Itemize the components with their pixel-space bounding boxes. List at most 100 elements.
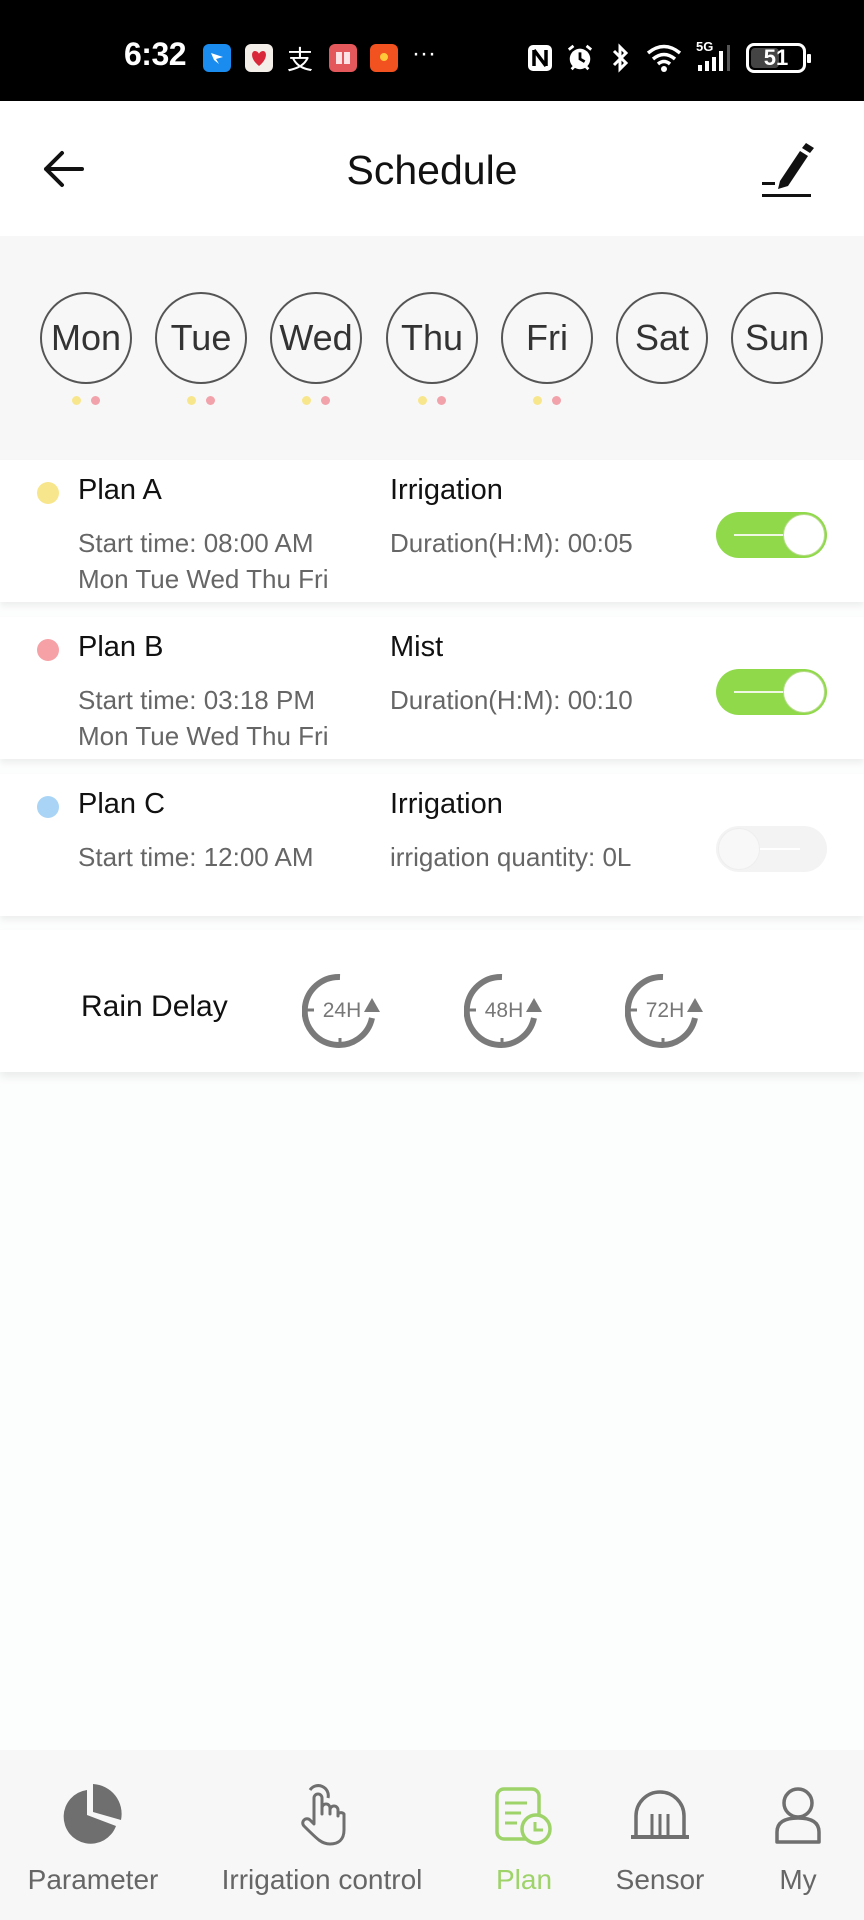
toggle-knob bbox=[783, 514, 825, 556]
plan-a-dot bbox=[187, 396, 196, 405]
plan-start-time: Start time: 08:00 AM bbox=[78, 528, 314, 558]
alarm-icon bbox=[566, 43, 594, 73]
plan-color-dot bbox=[37, 482, 59, 504]
toggle-knob bbox=[718, 828, 760, 870]
day-label: Thu bbox=[400, 317, 464, 358]
nav-label: My bbox=[779, 1864, 817, 1895]
nav-label: Sensor bbox=[615, 1864, 705, 1895]
plan-name: Plan A bbox=[78, 474, 162, 506]
nav-irrigation-control[interactable]: Irrigation control bbox=[210, 1750, 434, 1920]
plan-a-dot bbox=[533, 396, 542, 405]
status-time: 6:32 bbox=[124, 36, 187, 72]
day-label: Tue bbox=[170, 317, 232, 358]
toggle-track-line bbox=[734, 691, 786, 693]
plan-b-dot bbox=[321, 396, 330, 405]
toggle-track-line bbox=[734, 534, 786, 536]
day-mon[interactable]: Mon bbox=[40, 292, 132, 384]
plan-type: Mist bbox=[390, 631, 444, 663]
plan-clock-icon bbox=[492, 1784, 556, 1848]
day-label: Wed bbox=[279, 317, 353, 358]
taobao-618-icon bbox=[245, 44, 273, 72]
plan-name: Plan C bbox=[78, 788, 166, 820]
book-icon bbox=[329, 44, 357, 72]
plan-card-c[interactable]: Plan C Start time: 12:00 AM Irrigation i… bbox=[0, 774, 864, 916]
pie-chart-icon bbox=[61, 1784, 125, 1848]
day-plan-dots bbox=[386, 396, 478, 405]
plan-b-toggle[interactable] bbox=[716, 669, 827, 715]
bluetooth-icon bbox=[606, 43, 634, 73]
plan-duration: Duration(H:M): 00:10 bbox=[390, 685, 633, 715]
plan-days: Mon Tue Wed Thu Fri bbox=[78, 564, 329, 594]
status-icons: 5G 51 bbox=[526, 39, 811, 74]
day-fri[interactable]: Fri bbox=[501, 292, 593, 384]
day-sat[interactable]: Sat bbox=[616, 292, 708, 384]
rain-delay-label: Rain Delay bbox=[81, 990, 228, 1023]
day-label: Fri bbox=[526, 317, 568, 358]
battery-icon: 51 bbox=[746, 43, 811, 73]
nav-my[interactable]: My bbox=[748, 1750, 848, 1920]
edit-button[interactable] bbox=[760, 143, 820, 197]
day-plan-dots bbox=[40, 396, 132, 405]
user-icon bbox=[766, 1784, 830, 1848]
screen: 6:32 支 ··· 5G 51 Schedule Mon Tue Wed Th… bbox=[0, 0, 864, 1920]
nav-label: Plan bbox=[495, 1864, 553, 1895]
day-tue[interactable]: Tue bbox=[155, 292, 247, 384]
plan-days: Mon Tue Wed Thu Fri bbox=[78, 721, 329, 751]
rain-delay-panel: Rain Delay 24H 48H 72H bbox=[0, 930, 864, 1072]
rain-delay-72h-button[interactable]: 72H bbox=[625, 972, 715, 1052]
nfc-icon bbox=[526, 43, 554, 73]
plan-start-time: Start time: 03:18 PM bbox=[78, 685, 315, 715]
nav-sensor[interactable]: Sensor bbox=[610, 1750, 710, 1920]
plan-color-dot bbox=[37, 796, 59, 818]
plan-quantity: irrigation quantity: 0L bbox=[390, 842, 632, 872]
nav-label: Irrigation control bbox=[221, 1864, 423, 1895]
hand-tap-icon bbox=[290, 1784, 354, 1848]
nav-parameter[interactable]: Parameter bbox=[20, 1750, 166, 1920]
status-bar: 6:32 支 ··· 5G 51 bbox=[0, 0, 864, 101]
plan-b-dot bbox=[437, 396, 446, 405]
rain-delay-option: 48H bbox=[484, 999, 524, 1022]
alipay-icon: 支 bbox=[286, 44, 313, 75]
plan-color-dot bbox=[37, 639, 59, 661]
plan-a-dot bbox=[418, 396, 427, 405]
day-wed[interactable]: Wed bbox=[270, 292, 362, 384]
bottom-nav: Parameter Irrigation control Plan Sensor bbox=[0, 1750, 864, 1920]
plan-name: Plan B bbox=[78, 631, 164, 663]
signal-icon: 5G bbox=[696, 39, 734, 73]
plan-type: Irrigation bbox=[390, 474, 503, 506]
plan-card-b[interactable]: Plan B Start time: 03:18 PM Mon Tue Wed … bbox=[0, 617, 864, 759]
red-packet-icon bbox=[370, 44, 398, 72]
wifi-icon bbox=[646, 43, 684, 73]
more-notifications-icon: ··· bbox=[412, 40, 436, 67]
plan-a-toggle[interactable] bbox=[716, 512, 827, 558]
plan-card-a[interactable]: Plan A Start time: 08:00 AM Mon Tue Wed … bbox=[0, 460, 864, 602]
plan-start-time: Start time: 12:00 AM bbox=[78, 842, 314, 872]
day-plan-dots bbox=[501, 396, 593, 405]
plan-b-dot bbox=[91, 396, 100, 405]
toggle-track-line bbox=[760, 848, 800, 850]
rain-delay-48h-button[interactable]: 48H bbox=[464, 972, 554, 1052]
plan-b-dot bbox=[552, 396, 561, 405]
day-label: Mon bbox=[50, 317, 122, 358]
app-header: Schedule bbox=[0, 101, 864, 236]
battery-level: 51 bbox=[763, 45, 789, 70]
day-plan-dots bbox=[270, 396, 362, 405]
plan-a-dot bbox=[302, 396, 311, 405]
day-sun[interactable]: Sun bbox=[731, 292, 823, 384]
rain-delay-option: 72H bbox=[645, 999, 685, 1022]
day-thu[interactable]: Thu bbox=[386, 292, 478, 384]
weekday-selector: Mon Tue Wed Thu Fri Sat Sun bbox=[0, 236, 864, 460]
plan-type: Irrigation bbox=[390, 788, 503, 820]
plan-c-toggle[interactable] bbox=[716, 826, 827, 872]
sensor-dome-icon bbox=[628, 1784, 692, 1848]
plan-a-dot bbox=[72, 396, 81, 405]
plan-duration: Duration(H:M): 00:05 bbox=[390, 528, 633, 558]
dingtalk-icon bbox=[203, 44, 231, 72]
rain-delay-24h-button[interactable]: 24H bbox=[302, 972, 392, 1052]
pencil-edit-icon bbox=[762, 143, 814, 197]
rain-delay-option: 24H bbox=[322, 999, 362, 1022]
day-plan-dots bbox=[155, 396, 247, 405]
day-label: Sun bbox=[744, 317, 810, 358]
nav-plan[interactable]: Plan bbox=[474, 1750, 574, 1920]
day-label: Sat bbox=[634, 317, 690, 358]
